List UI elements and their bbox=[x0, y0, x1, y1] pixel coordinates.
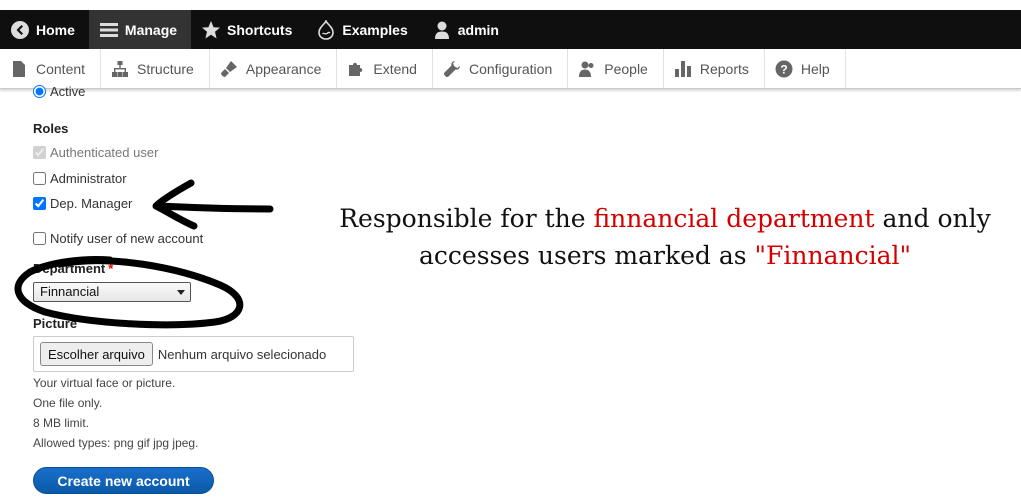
notify-user-option[interactable]: Notify user of new account bbox=[33, 231, 203, 246]
toolbar-examples[interactable]: Examples bbox=[306, 10, 421, 49]
department-label: Department bbox=[33, 261, 106, 276]
picture-heading: Picture bbox=[33, 316, 78, 331]
tray-item-label: Extend bbox=[373, 60, 417, 77]
status-active-radio[interactable] bbox=[33, 85, 46, 98]
toolbar-admin-label: admin bbox=[457, 21, 499, 38]
notify-user-label: Notify user of new account bbox=[50, 231, 204, 246]
annotation-text: Responsible for the finnancial departmen… bbox=[320, 200, 1010, 274]
toolbar-home[interactable]: Home bbox=[0, 10, 89, 49]
choose-file-button[interactable]: Escolher arquivo bbox=[40, 342, 153, 366]
department-heading: Department * bbox=[33, 261, 113, 276]
tray-item-label: Reports bbox=[699, 60, 749, 77]
page-icon bbox=[10, 60, 28, 78]
picture-file-input[interactable]: Escolher arquivo Nenhum arquivo selecion… bbox=[33, 336, 354, 372]
hand-drawn-arrow bbox=[152, 179, 274, 230]
annotation-line-2: accesses users marked as "Finnancial" bbox=[320, 237, 1010, 274]
annotation-text-part: Responsible for the bbox=[339, 204, 594, 233]
tray-item-label: Appearance bbox=[245, 60, 322, 77]
role-administrator-checkbox[interactable] bbox=[33, 172, 46, 185]
roles-heading: Roles bbox=[33, 121, 69, 136]
annotation-text-part: and only bbox=[874, 204, 991, 233]
tray-item-label: Content bbox=[36, 60, 86, 77]
tray-item-label: Help bbox=[800, 60, 830, 77]
tray-item-people[interactable]: People bbox=[568, 49, 664, 88]
annotation-highlight: finnancial department bbox=[593, 204, 875, 233]
chevron-down-icon bbox=[177, 290, 185, 295]
tray-item-label: Structure bbox=[137, 60, 194, 77]
toolbar-shortcuts-label: Shortcuts bbox=[227, 21, 293, 38]
picture-help-line: Your virtual face or picture. bbox=[33, 376, 176, 390]
role-administrator-label: Administrator bbox=[50, 171, 127, 186]
picture-help-line: Allowed types: png gif jpg jpeg. bbox=[33, 436, 199, 450]
drupal-drop-icon bbox=[316, 19, 336, 40]
status-active-label: Active bbox=[50, 84, 86, 99]
role-administrator[interactable]: Administrator bbox=[33, 171, 127, 186]
role-authenticated-checkbox bbox=[33, 146, 46, 159]
bar-chart-icon bbox=[674, 60, 692, 78]
toolbar-manage-label: Manage bbox=[124, 21, 178, 38]
tray-item-structure[interactable]: Structure bbox=[101, 49, 210, 88]
user-icon bbox=[432, 20, 452, 40]
tray-item-content[interactable]: Content bbox=[0, 49, 102, 88]
tray-item-appearance[interactable]: Appearance bbox=[210, 49, 338, 88]
tray-item-reports[interactable]: Reports bbox=[664, 49, 765, 88]
status-active-option[interactable]: Active bbox=[33, 84, 85, 99]
tray-item-extend[interactable]: Extend bbox=[337, 49, 433, 88]
toolbar-admin[interactable]: admin bbox=[422, 10, 513, 49]
department-selected-value: Finnancial bbox=[40, 284, 100, 299]
role-dep-manager[interactable]: Dep. Manager bbox=[33, 196, 132, 211]
annotation-highlight: "Finnancial" bbox=[754, 241, 911, 270]
role-authenticated: Authenticated user bbox=[33, 145, 158, 160]
annotation-text-part: accesses users marked as bbox=[419, 241, 755, 270]
picture-help-line: One file only. bbox=[33, 396, 103, 410]
people-icon bbox=[578, 60, 596, 78]
picture-help-line: 8 MB limit. bbox=[33, 416, 90, 430]
puzzle-icon bbox=[347, 60, 365, 78]
tray-item-label: Configuration bbox=[468, 60, 553, 77]
toolbar-manage[interactable]: Manage bbox=[88, 10, 192, 49]
star-icon bbox=[201, 20, 221, 40]
notify-user-checkbox[interactable] bbox=[33, 232, 46, 245]
toolbar-home-label: Home bbox=[36, 21, 75, 38]
drupal-back-icon bbox=[10, 20, 30, 40]
toolbar-examples-label: Examples bbox=[342, 21, 408, 38]
hamburger-icon bbox=[99, 20, 119, 40]
admin-toolbar: Home Manage Shortcuts Examples admin bbox=[0, 10, 1021, 49]
svg-text:?: ? bbox=[780, 62, 787, 76]
tray-item-help[interactable]: ? Help bbox=[765, 49, 846, 88]
wrench-icon bbox=[443, 60, 461, 78]
file-status-text: Nenhum arquivo selecionado bbox=[157, 346, 327, 362]
sitemap-icon bbox=[111, 60, 129, 78]
required-marker: * bbox=[108, 261, 114, 276]
annotation-line-1: Responsible for the finnancial departmen… bbox=[320, 200, 1010, 237]
role-dep-manager-checkbox[interactable] bbox=[33, 197, 46, 210]
role-authenticated-label: Authenticated user bbox=[50, 145, 159, 160]
help-icon: ? bbox=[775, 60, 793, 78]
toolbar-shortcuts[interactable]: Shortcuts bbox=[191, 10, 306, 49]
tray-item-label: People bbox=[604, 60, 648, 77]
role-dep-manager-label: Dep. Manager bbox=[50, 196, 133, 211]
department-select[interactable]: Finnancial bbox=[33, 282, 191, 302]
tray-item-configuration[interactable]: Configuration bbox=[433, 49, 569, 88]
create-account-button[interactable]: Create new account bbox=[33, 467, 214, 494]
paint-icon bbox=[220, 60, 238, 78]
manage-tray: Content Structure Appearance Extend Conf… bbox=[0, 49, 1021, 89]
